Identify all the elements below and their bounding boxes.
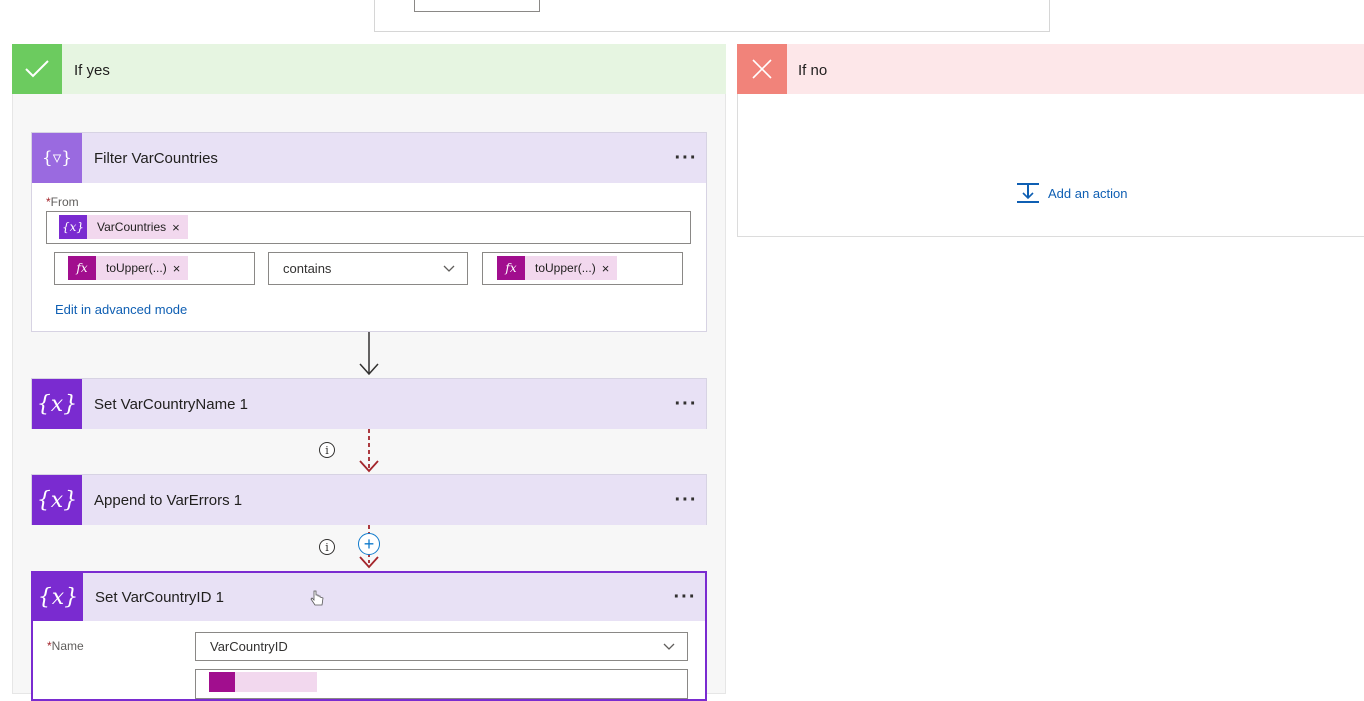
filter-card-title: Filter VarCountries (94, 149, 218, 167)
if-yes-header[interactable] (12, 44, 726, 94)
previous-card-input[interactable] (414, 0, 540, 12)
remove-token-icon[interactable]: × (172, 220, 188, 235)
if-no-header[interactable] (737, 44, 1364, 94)
value-token[interactable] (209, 672, 317, 692)
operator-dropdown[interactable]: contains (268, 252, 468, 285)
more-options-icon[interactable]: ··· (666, 147, 706, 170)
set-country-name-card: {x} Set VarCountryName 1 ··· (31, 378, 707, 429)
hand-cursor-icon (310, 590, 324, 606)
filter-card-header[interactable]: {▿} Filter VarCountries ··· (32, 133, 706, 183)
info-icon[interactable]: i (319, 442, 335, 458)
name-value: VarCountryID (210, 639, 288, 654)
name-dropdown[interactable]: VarCountryID (195, 632, 688, 661)
more-options-icon[interactable]: ··· (665, 586, 705, 609)
name-label: *Name (47, 639, 84, 653)
from-label: *From (46, 195, 79, 209)
expression-icon (209, 672, 235, 692)
set-country-name-header[interactable]: {x} Set VarCountryName 1 ··· (32, 379, 706, 429)
edit-advanced-mode-link[interactable]: Edit in advanced mode (55, 302, 187, 317)
add-action-icon (1017, 183, 1039, 203)
more-options-icon[interactable]: ··· (666, 489, 706, 512)
insert-step-plus-icon[interactable]: + (358, 533, 380, 555)
right-token-label: toUpper(...) (535, 261, 596, 275)
left-expression-token[interactable]: fx toUpper(...) × (68, 256, 189, 280)
chevron-down-icon (663, 643, 675, 650)
run-after-connector (359, 429, 379, 473)
connector-arrow (359, 332, 379, 376)
variable-icon: {x} (59, 215, 87, 239)
expression-icon: fx (68, 256, 96, 280)
set-country-id-header[interactable]: {x} Set VarCountryID 1 ··· (33, 573, 705, 621)
variable-icon: {x} (32, 475, 82, 525)
chevron-down-icon (443, 265, 455, 272)
checkmark-icon (12, 44, 62, 94)
right-expression-token[interactable]: fx toUpper(...) × (497, 256, 618, 280)
add-action-label: Add an action (1048, 185, 1128, 201)
more-options-icon[interactable]: ··· (666, 393, 706, 416)
from-token-label: VarCountries (97, 220, 167, 234)
from-token[interactable]: {x} VarCountries × (59, 215, 188, 239)
expression-icon: fx (497, 256, 525, 280)
set-country-name-title: Set VarCountryName 1 (94, 395, 248, 413)
remove-token-icon[interactable]: × (602, 261, 618, 276)
remove-token-icon[interactable]: × (173, 261, 189, 276)
if-yes-title: If yes (74, 62, 110, 79)
operator-value: contains (283, 261, 332, 276)
set-country-id-title: Set VarCountryID 1 (95, 588, 224, 606)
append-errors-title: Append to VarErrors 1 (94, 491, 243, 509)
append-errors-card: {x} Append to VarErrors 1 ··· (31, 474, 707, 525)
info-icon[interactable]: i (319, 539, 335, 555)
close-icon (737, 44, 787, 94)
add-action-button[interactable]: Add an action (1016, 180, 1128, 206)
variable-icon: {x} (32, 379, 82, 429)
filter-icon: {▿} (32, 133, 82, 183)
variable-icon: {x} (33, 573, 83, 621)
append-errors-header[interactable]: {x} Append to VarErrors 1 ··· (32, 475, 706, 525)
left-token-label: toUpper(...) (106, 261, 167, 275)
if-no-title: If no (798, 62, 828, 79)
